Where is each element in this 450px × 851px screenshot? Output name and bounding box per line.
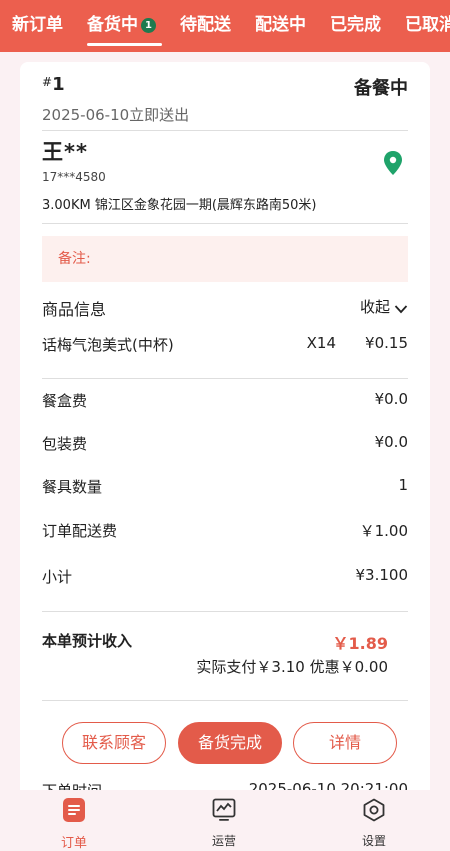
nav-label: 运营 <box>211 834 236 848</box>
settings-hexagon-icon <box>363 798 385 822</box>
order-status-tabs: 新订单 备货中 1 待配送 配送中 已完成 已取消 <box>0 0 450 52</box>
chart-monitor-icon <box>212 798 236 821</box>
fee-label-subtotal: 小计 <box>42 568 73 586</box>
prep-complete-button[interactable]: 备货完成 <box>178 722 282 764</box>
location-pin-icon[interactable] <box>382 150 404 176</box>
fee-value-box: ¥0.0 <box>374 390 408 408</box>
collapse-label: 收起 <box>359 298 390 316</box>
goods-info-title: 商品信息 <box>42 300 107 319</box>
chevron-down-icon <box>394 305 408 314</box>
estimated-income-value: ￥1.89 <box>332 634 388 653</box>
tab-new-orders[interactable]: 新订单 <box>0 0 75 52</box>
nav-label: 设置 <box>361 834 386 848</box>
tab-count-badge: 1 <box>141 18 156 33</box>
fee-label-cutlery: 餐具数量 <box>42 478 103 496</box>
tab-label: 新订单 <box>12 15 63 35</box>
tab-completed[interactable]: 已完成 <box>318 0 393 52</box>
tab-label: 配送中 <box>255 15 306 35</box>
tab-delivering[interactable]: 配送中 <box>243 0 318 52</box>
divider <box>42 378 408 379</box>
order-status: 备餐中 <box>354 78 408 99</box>
fee-value-cutlery: 1 <box>398 476 408 494</box>
delivery-time: 2025-06-10立即送出 <box>42 106 190 124</box>
item-name: 话梅气泡美式(中杯) <box>42 336 174 354</box>
divider <box>42 700 408 701</box>
tab-label: 待配送 <box>180 15 231 35</box>
order-remark: 备注: <box>42 236 408 282</box>
fee-value-subtotal: ¥3.100 <box>355 566 409 584</box>
divider <box>42 223 408 224</box>
fee-label-packaging: 包装费 <box>42 435 88 453</box>
customer-address: 3.00KM 锦江区金象花园一期(晨辉东路南50米) <box>42 198 317 213</box>
order-number-value: 1 <box>52 74 65 95</box>
divider <box>42 611 408 612</box>
customer-name: 王** <box>42 140 88 164</box>
tab-awaiting-delivery[interactable]: 待配送 <box>168 0 243 52</box>
fee-label-delivery: 订单配送费 <box>42 522 118 540</box>
nav-label: 订单 <box>60 836 87 851</box>
tab-label: 已取消 <box>405 15 450 35</box>
item-quantity: X14 <box>306 334 336 352</box>
tab-label: 已完成 <box>330 15 381 35</box>
order-list-icon <box>63 798 85 822</box>
details-button[interactable]: 详情 <box>293 722 397 764</box>
order-card: #1 备餐中 2025-06-10立即送出 王** 17***4580 3.00… <box>20 62 430 822</box>
bottom-navigation: 订单 运营 设置 <box>0 790 450 851</box>
collapse-toggle[interactable]: 收起 <box>360 296 408 317</box>
order-hash: # <box>42 75 53 89</box>
actual-payment: 实际支付￥3.10 优惠￥0.00 <box>196 658 388 676</box>
item-price: ¥0.15 <box>365 334 408 352</box>
remark-label: 备注: <box>58 251 91 267</box>
tab-preparing[interactable]: 备货中 1 <box>75 0 168 52</box>
tab-cancelled[interactable]: 已取消 <box>393 0 450 52</box>
fee-value-packaging: ¥0.0 <box>374 433 408 451</box>
contact-customer-button[interactable]: 联系顾客 <box>62 722 166 764</box>
customer-phone[interactable]: 17***4580 <box>42 170 408 184</box>
fee-label-box: 餐盒费 <box>42 392 88 410</box>
fee-value-delivery: ￥1.00 <box>359 522 408 540</box>
tab-label: 备货中 <box>87 15 138 35</box>
divider <box>42 130 408 131</box>
